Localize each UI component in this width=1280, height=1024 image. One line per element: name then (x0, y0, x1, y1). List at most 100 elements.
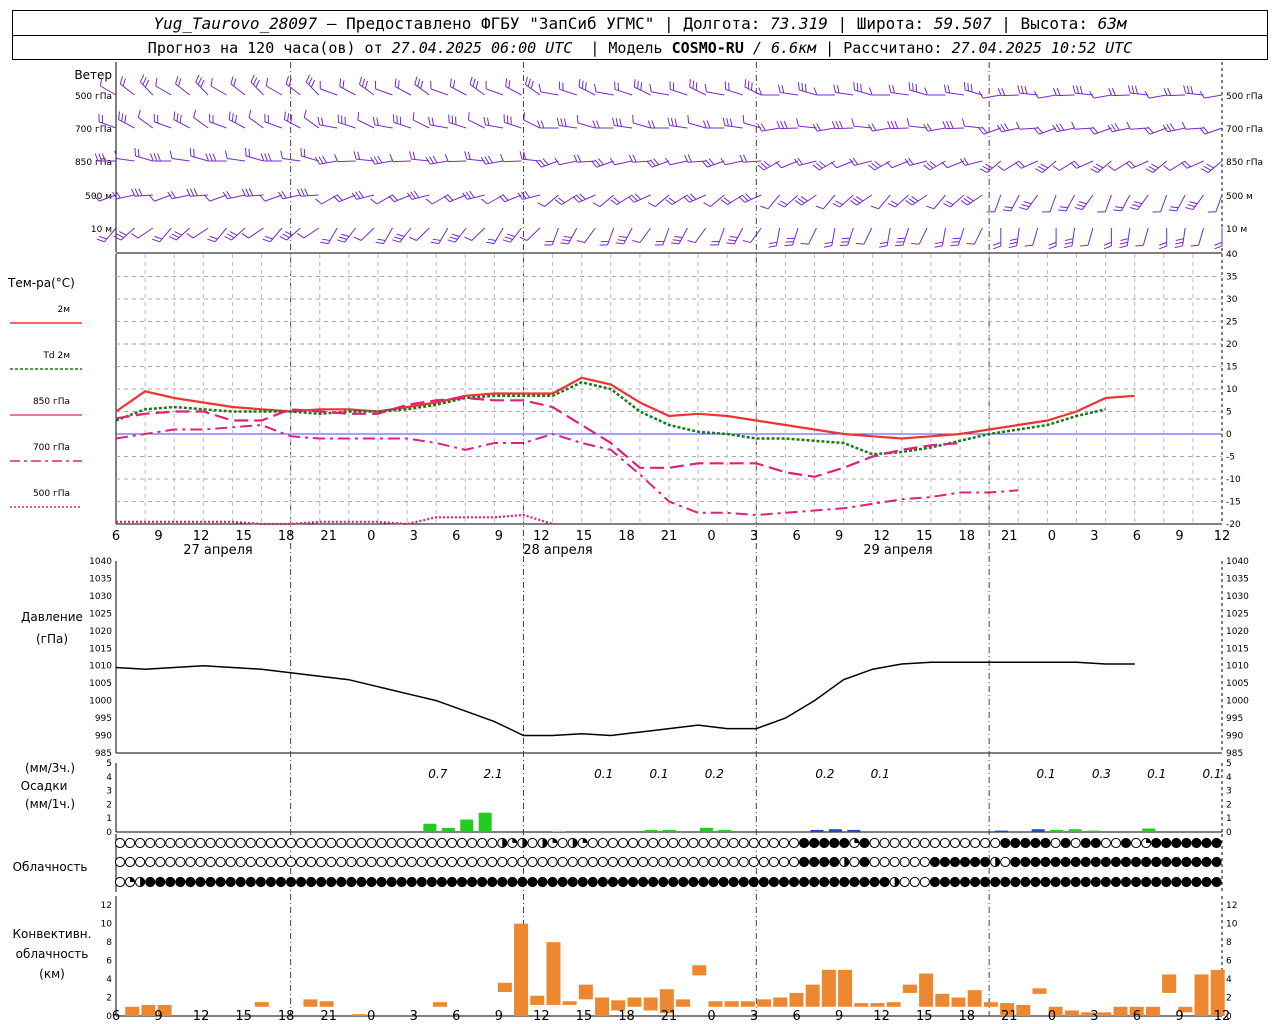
wind-barb (392, 160, 411, 163)
cloud-symbol (1151, 856, 1162, 868)
conv-ytick-left: 4 (106, 975, 112, 985)
precip-ytick-left: 0 (106, 828, 112, 838)
wind-barb (319, 124, 338, 129)
precip-bar (718, 829, 732, 832)
wind-barb (616, 194, 633, 205)
wind-barb-flag (412, 112, 415, 121)
wind-barb-flag (924, 87, 928, 96)
wind-barb-flag (1048, 241, 1057, 246)
wind-barb-flag (824, 241, 833, 245)
cloud-symbol (597, 876, 608, 888)
wind-barb-flag (726, 242, 735, 245)
wind-barb-flag (304, 188, 309, 196)
wind-barb (375, 88, 393, 96)
temp-legend-label: 700 гПа (33, 443, 70, 453)
conv-hour-label: 15 (235, 1009, 252, 1024)
cloud-symbol (1020, 856, 1031, 868)
wind-barb (775, 227, 781, 246)
conv-bar (708, 1001, 723, 1007)
wind-barb-flag (1175, 241, 1184, 245)
wind-barb-flag (554, 199, 562, 205)
cloud-symbol (386, 856, 397, 868)
wind-barb (651, 91, 670, 96)
precip-ytick-right: 3 (1226, 787, 1232, 797)
wind-barb (874, 160, 891, 171)
cloud-symbol (738, 856, 749, 868)
wind-barb-flag (308, 77, 313, 85)
pressure-ytick-right: 1035 (1226, 574, 1249, 584)
wind-barb (725, 160, 743, 166)
cloud-symbol (768, 837, 780, 849)
cloud-quarter (854, 838, 859, 843)
hour-label: 15 (916, 529, 933, 544)
precip-unit-3h: (мм/3ч.) (25, 761, 75, 775)
wind-barb-flag (665, 157, 671, 166)
wind-barb (210, 85, 227, 96)
precip-bar (478, 812, 492, 832)
wind-barb-flag (1040, 163, 1049, 169)
conv-bar (821, 969, 836, 1007)
cloud-symbol (366, 856, 377, 868)
wind-barb (485, 124, 504, 129)
cloud-symbol (1141, 856, 1152, 868)
cloud-symbol (658, 837, 669, 849)
wind-barb-flag (152, 238, 160, 243)
wind-barb (707, 160, 725, 168)
wind-barb-flag (1023, 201, 1032, 205)
conv-hour-label: 6 (1133, 1009, 1141, 1024)
wind-barb-flag (475, 80, 479, 89)
wind-barb (744, 194, 762, 203)
wind-barb-flag (619, 118, 622, 127)
precip-total-label: 0.2 (815, 767, 834, 781)
wind-barb (248, 117, 264, 129)
cloud-symbol (758, 837, 769, 849)
pressure-ytick-right: 995 (1226, 714, 1243, 724)
wind-barb-flag (888, 84, 892, 93)
hour-label: 9 (495, 529, 503, 544)
cloud-symbol (356, 856, 367, 868)
wind-barb-flag (1024, 244, 1033, 247)
wind-barb (835, 127, 854, 130)
wind-barb-flag (1147, 126, 1154, 134)
pressure-ytick-left: 985 (95, 749, 112, 759)
temp-title: Тем-ра(°C) (7, 276, 75, 290)
precip-ytick-left: 4 (106, 773, 112, 783)
cloud-symbol (1100, 876, 1111, 888)
cloud-symbol (970, 856, 981, 868)
wind-barb (510, 227, 522, 243)
wind-barb (671, 194, 688, 205)
conv-bar (757, 999, 772, 1007)
wind-barb (118, 119, 135, 129)
wind-barb-flag (177, 78, 182, 87)
wind-barb-flag (646, 160, 653, 168)
wind-barb-flag (797, 198, 805, 204)
wind-barb-flag (868, 87, 873, 96)
wind-barb-flag (357, 112, 360, 121)
conv-bar (967, 990, 982, 1007)
wind-barb-flag (417, 78, 421, 87)
wind-barb-flag (915, 84, 918, 93)
wind-barb-flag (941, 161, 948, 169)
temp-ytick-right: 5 (1226, 408, 1232, 418)
wind-barb-flag (280, 150, 283, 159)
cloud-symbol (909, 837, 920, 849)
wind-barb-flag (318, 156, 324, 164)
wind-barb-flag (850, 200, 858, 206)
wind-barb-flag (1119, 241, 1128, 245)
wind-barb-flag (674, 236, 683, 239)
wind-barb-flag (960, 200, 968, 206)
wind-barb (559, 160, 577, 166)
wind-barb (633, 194, 651, 203)
wind-barb-flag (372, 116, 376, 125)
cloud-symbol (728, 876, 739, 888)
wind-barb (486, 88, 504, 96)
wind-barb-flag (1174, 245, 1183, 249)
wind-barb-flag (617, 239, 626, 242)
wind-barb (1207, 160, 1223, 173)
conv-hour-label: 9 (495, 1009, 503, 1024)
cloud-symbol (929, 856, 940, 868)
wind-barb (1001, 94, 1020, 97)
pressure-unit: (гПа) (36, 632, 68, 646)
hour-label: 6 (452, 529, 460, 544)
wind-barb (994, 194, 1002, 213)
